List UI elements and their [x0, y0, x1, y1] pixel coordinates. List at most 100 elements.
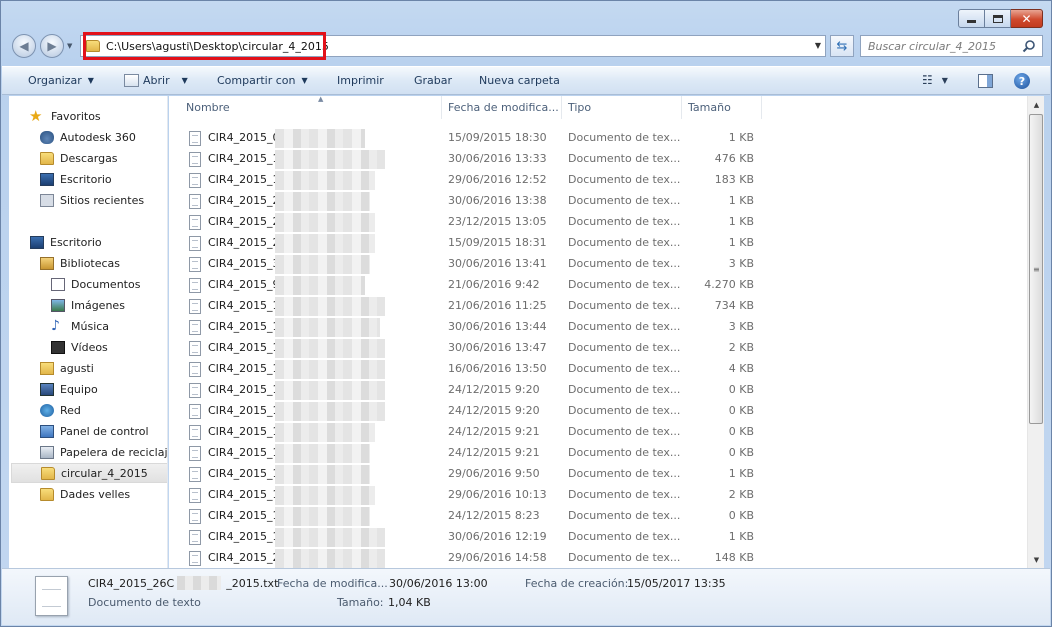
forward-button[interactable]: ▶: [40, 34, 64, 58]
table-row[interactable]: CIR4_2015_20 29/06/2016 14:58 Documento de…: [169, 548, 1027, 569]
scroll-thumb[interactable]: ≡: [1029, 114, 1043, 424]
column-size-header[interactable]: Tamaño: [682, 96, 762, 119]
column-type-header[interactable]: Tipo: [562, 96, 682, 119]
created-label: Fecha de creación:: [525, 577, 629, 590]
nav-desktop[interactable]: Escritorio: [30, 232, 167, 252]
recent-pages-dropdown[interactable]: ▼: [67, 42, 72, 50]
share-button[interactable]: Compartir con ▼: [217, 74, 308, 87]
nav-control-panel[interactable]: Panel de control: [40, 421, 167, 441]
table-row[interactable]: CIR4_2015_2_ 30/06/2016 13:38 Documento de…: [169, 191, 1027, 212]
table-row[interactable]: CIR4_2015_2E 15/09/2015 18:31 Documento de…: [169, 233, 1027, 254]
redacted-block: [275, 213, 375, 232]
address-dropdown-icon[interactable]: ▼: [815, 41, 821, 50]
table-row[interactable]: CIR4_2015_10 21/06/2016 11:25 Documento de…: [169, 296, 1027, 317]
table-row[interactable]: CIR4_2015_1E 29/06/2016 12:52 Documento de…: [169, 170, 1027, 191]
nav-music[interactable]: ♪ Música: [51, 316, 167, 336]
nav-network[interactable]: Red: [40, 400, 167, 420]
search-icon[interactable]: [1022, 39, 1036, 53]
file-size: 2 KB: [728, 341, 754, 354]
table-row[interactable]: CIR4_2015_13 24/12/2015 9:21 Documento de …: [169, 422, 1027, 443]
address-path[interactable]: C:\Users\agusti\Desktop\circular_4_2015: [106, 40, 329, 53]
minimize-button[interactable]: [958, 9, 985, 28]
scroll-down-button[interactable]: ▼: [1028, 551, 1045, 568]
close-button[interactable]: ✕: [1011, 9, 1043, 28]
column-name-header[interactable]: Nombre ▲: [180, 95, 442, 119]
refresh-button[interactable]: ⇆: [830, 35, 854, 57]
column-date-header[interactable]: Fecha de modifica...: [442, 96, 562, 119]
nav-user-agusti[interactable]: agusti: [40, 358, 167, 378]
file-size: 148 KB: [714, 551, 754, 564]
table-row[interactable]: CIR4_2015_19 30/06/2016 12:19 Documento de…: [169, 527, 1027, 548]
text-file-icon: [189, 257, 201, 272]
table-row[interactable]: CIR4_2015_1_ 30/06/2016 13:33 Documento de…: [169, 149, 1027, 170]
redacted-block: [275, 507, 370, 526]
search-box[interactable]: [860, 35, 1043, 57]
burn-button[interactable]: Grabar: [414, 74, 452, 87]
table-row[interactable]: CIR4_2015_12 16/06/2016 13:50 Documento de…: [169, 359, 1027, 380]
file-size: 2 KB: [728, 488, 754, 501]
change-view-button[interactable]: ☷ ▼: [922, 73, 948, 87]
back-button[interactable]: ◀: [12, 34, 36, 58]
maximize-button[interactable]: [985, 9, 1011, 28]
nav-recycle-bin[interactable]: Papelera de reciclaje: [40, 442, 167, 462]
text-file-icon: [189, 383, 201, 398]
print-button[interactable]: Imprimir: [337, 74, 384, 87]
table-row[interactable]: CIR4_2015_17 24/12/2015 8:23 Documento de …: [169, 506, 1027, 527]
search-input[interactable]: [868, 39, 1018, 53]
help-icon[interactable]: ?: [1014, 73, 1030, 89]
table-row[interactable]: CIR4_2015_16 29/06/2016 10:13 Documento de…: [169, 485, 1027, 506]
file-date: 24/12/2015 9:20: [448, 404, 540, 417]
table-row[interactable]: CIR4_2015_13 24/12/2015 9:20 Documento de …: [169, 380, 1027, 401]
column-label: Fecha de modifica...: [448, 101, 559, 114]
table-row[interactable]: CIR4_2015_13 24/12/2015 9:20 Documento de …: [169, 401, 1027, 422]
chevron-down-icon: ▼: [301, 76, 308, 85]
organize-button[interactable]: Organizar ▼: [28, 74, 94, 87]
file-size: 0 KB: [728, 446, 754, 459]
redacted-block: [275, 423, 375, 442]
nav-desktop-favorite[interactable]: Escritorio: [40, 169, 167, 189]
column-label: Tamaño: [688, 101, 731, 114]
folder-icon: [40, 487, 54, 501]
table-row[interactable]: CIR4_2015_11 30/06/2016 13:44 Documento de…: [169, 317, 1027, 338]
folder-icon: [41, 466, 55, 480]
nav-label: Equipo: [60, 382, 98, 396]
address-bar[interactable]: C:\Users\agusti\Desktop\circular_4_2015 …: [80, 35, 826, 57]
documents-icon: [51, 277, 65, 291]
preview-pane-icon[interactable]: [978, 74, 993, 88]
table-row[interactable]: CIR4_2015_2A 23/12/2015 13:05 Documento de…: [169, 212, 1027, 233]
table-row[interactable]: CIR4_2015_9_ 21/06/2016 9:42 Documento de …: [169, 275, 1027, 296]
table-row[interactable]: CIR4_2015_0_ 15/09/2015 18:30 Documento de…: [169, 128, 1027, 149]
nav-downloads[interactable]: Descargas: [40, 148, 167, 168]
back-arrow-icon: ◀: [19, 39, 29, 53]
text-file-icon: [189, 446, 201, 461]
nav-recent-places[interactable]: Sitios recientes: [40, 190, 167, 210]
new-folder-button[interactable]: Nueva carpeta: [479, 74, 560, 87]
scroll-up-button[interactable]: ▲: [1028, 96, 1045, 113]
file-date: 29/06/2016 12:52: [448, 173, 547, 186]
nav-documents[interactable]: Documentos: [51, 274, 167, 294]
table-row[interactable]: CIR4_2015_14 24/12/2015 9:21 Documento de …: [169, 443, 1027, 464]
file-type: Documento de tex...: [568, 467, 681, 480]
nav-computer[interactable]: Equipo: [40, 379, 167, 399]
nav-label: Música: [71, 319, 110, 333]
nav-favorites[interactable]: ★ Favoritos: [29, 106, 167, 126]
text-file-icon: [189, 131, 201, 146]
nav-libraries[interactable]: Bibliotecas: [40, 253, 167, 273]
nav-videos[interactable]: Vídeos: [51, 337, 167, 357]
open-button[interactable]: Abrir ▼: [124, 74, 188, 87]
nav-pictures[interactable]: Imágenes: [51, 295, 167, 315]
nav-label: Panel de control: [60, 424, 149, 438]
file-date: 16/06/2016 13:50: [448, 362, 547, 375]
nav-autodesk-360[interactable]: Autodesk 360: [40, 127, 167, 147]
table-row[interactable]: CIR4_2015_15 29/06/2016 9:50 Documento de …: [169, 464, 1027, 485]
table-row[interactable]: CIR4_2015_12 30/06/2016 13:47 Documento de…: [169, 338, 1027, 359]
explorer-window: ✕ ◀ ▶ ▼ C:\Users\agusti\Desktop\circular…: [0, 0, 1052, 627]
table-row[interactable]: CIR4_2015_3_ 30/06/2016 13:41 Documento de…: [169, 254, 1027, 275]
nav-dades-velles[interactable]: Dades velles: [40, 484, 167, 504]
nav-circular-4-2015[interactable]: circular_4_2015: [11, 463, 167, 483]
redacted-block: [275, 465, 370, 484]
libraries-icon: [40, 256, 54, 270]
file-name: CIR4_2015_0_: [208, 131, 286, 144]
print-label: Imprimir: [337, 74, 384, 87]
vertical-scrollbar[interactable]: ▲ ≡ ▼: [1027, 96, 1044, 568]
